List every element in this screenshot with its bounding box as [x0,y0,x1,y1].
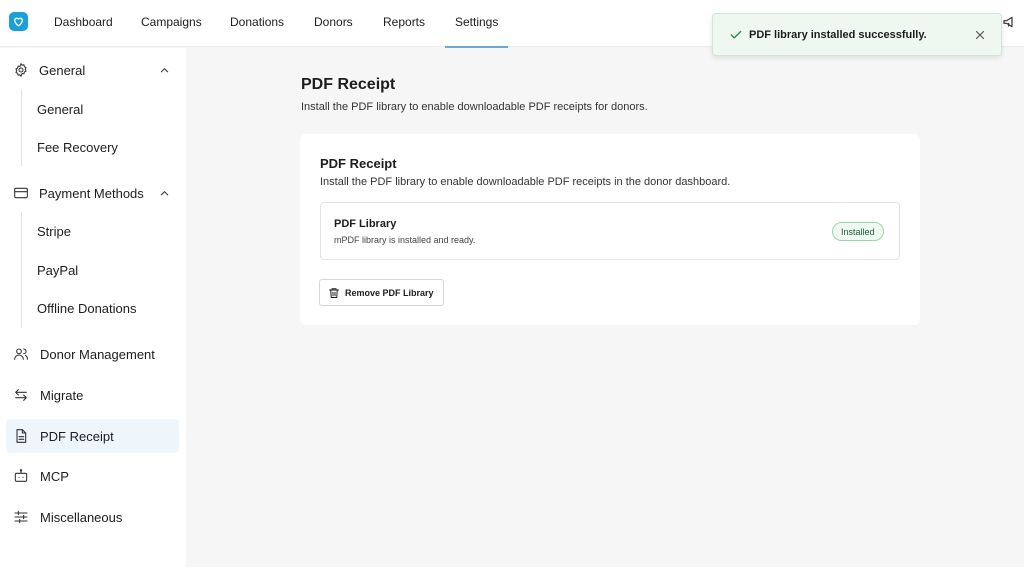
pdf-library-status: PDF Library mPDF library is installed an… [320,202,900,260]
robot-icon [14,469,28,482]
sidebar-item-label: Migrate [40,387,84,403]
nav-settings[interactable]: Settings [444,15,509,48]
page-title: PDF Receipt [301,76,396,93]
nav-donors[interactable]: Donors [314,15,353,29]
sidebar-item-miscellaneous[interactable]: Miscellaneous [0,500,186,534]
chevron-up-icon[interactable] [159,188,170,199]
sidebar-item-mcp[interactable]: MCP [0,459,186,493]
heart-logo-icon[interactable] [9,12,28,31]
nav-dashboard[interactable]: Dashboard [54,15,113,29]
sidebar-item-offline-donations[interactable]: Offline Donations [37,301,137,316]
library-title: PDF Library [334,218,397,230]
sidebar-item-paypal[interactable]: PayPal [37,263,78,278]
sidebar-item-stripe[interactable]: Stripe [37,224,71,239]
document-icon [16,429,27,443]
nav-campaigns[interactable]: Campaigns [141,15,202,29]
sidebar-group-label: General [39,62,86,78]
sliders-icon [14,510,28,524]
card-title: PDF Receipt [320,156,397,171]
sidebar-group-general[interactable]: General [0,53,186,87]
settings-sidebar: General General Fee Recovery Payment Met… [0,48,186,567]
sidebar-item-donor-management[interactable]: Donor Management [0,337,186,371]
remove-button-label: Remove PDF Library [345,288,434,298]
success-toast: PDF library installed successfully. [712,13,1002,56]
megaphone-icon[interactable] [1002,14,1018,30]
check-icon [730,30,742,39]
remove-pdf-library-button[interactable]: Remove PDF Library [319,279,444,306]
toast-message: PDF library installed successfully. [749,29,927,41]
trash-icon [329,288,339,298]
sidebar-group-label: Payment Methods [39,185,144,201]
sidebar-item-label: Miscellaneous [40,509,123,525]
credit-card-icon [14,187,28,199]
sidebar-rail [21,212,22,328]
sidebar-item-fee-recovery[interactable]: Fee Recovery [37,140,118,155]
swap-arrows-icon [15,389,27,401]
sidebar-item-label: MCP [40,468,69,484]
library-description: mPDF library is installed and ready. [334,235,476,245]
sidebar-rail [21,89,22,166]
installed-badge: Installed [832,222,884,241]
sidebar-item-general[interactable]: General [37,102,83,117]
users-icon [14,348,28,360]
nav-donations[interactable]: Donations [230,15,284,29]
sidebar-item-label: PDF Receipt [40,428,114,444]
sidebar-item-pdf-receipt[interactable]: PDF Receipt [0,419,186,453]
sidebar-item-label: Donor Management [40,346,155,362]
nav-reports[interactable]: Reports [383,15,425,29]
gear-icon [15,63,27,77]
pdf-receipt-card: PDF Receipt Install the PDF library to e… [300,134,920,325]
chevron-up-icon[interactable] [159,65,170,76]
page-subtitle: Install the PDF library to enable downlo… [301,101,648,113]
close-icon[interactable] [973,28,987,42]
card-subtitle: Install the PDF library to enable downlo… [320,176,731,188]
sidebar-group-payment-methods[interactable]: Payment Methods [0,176,186,210]
sidebar-item-migrate[interactable]: Migrate [0,378,186,412]
